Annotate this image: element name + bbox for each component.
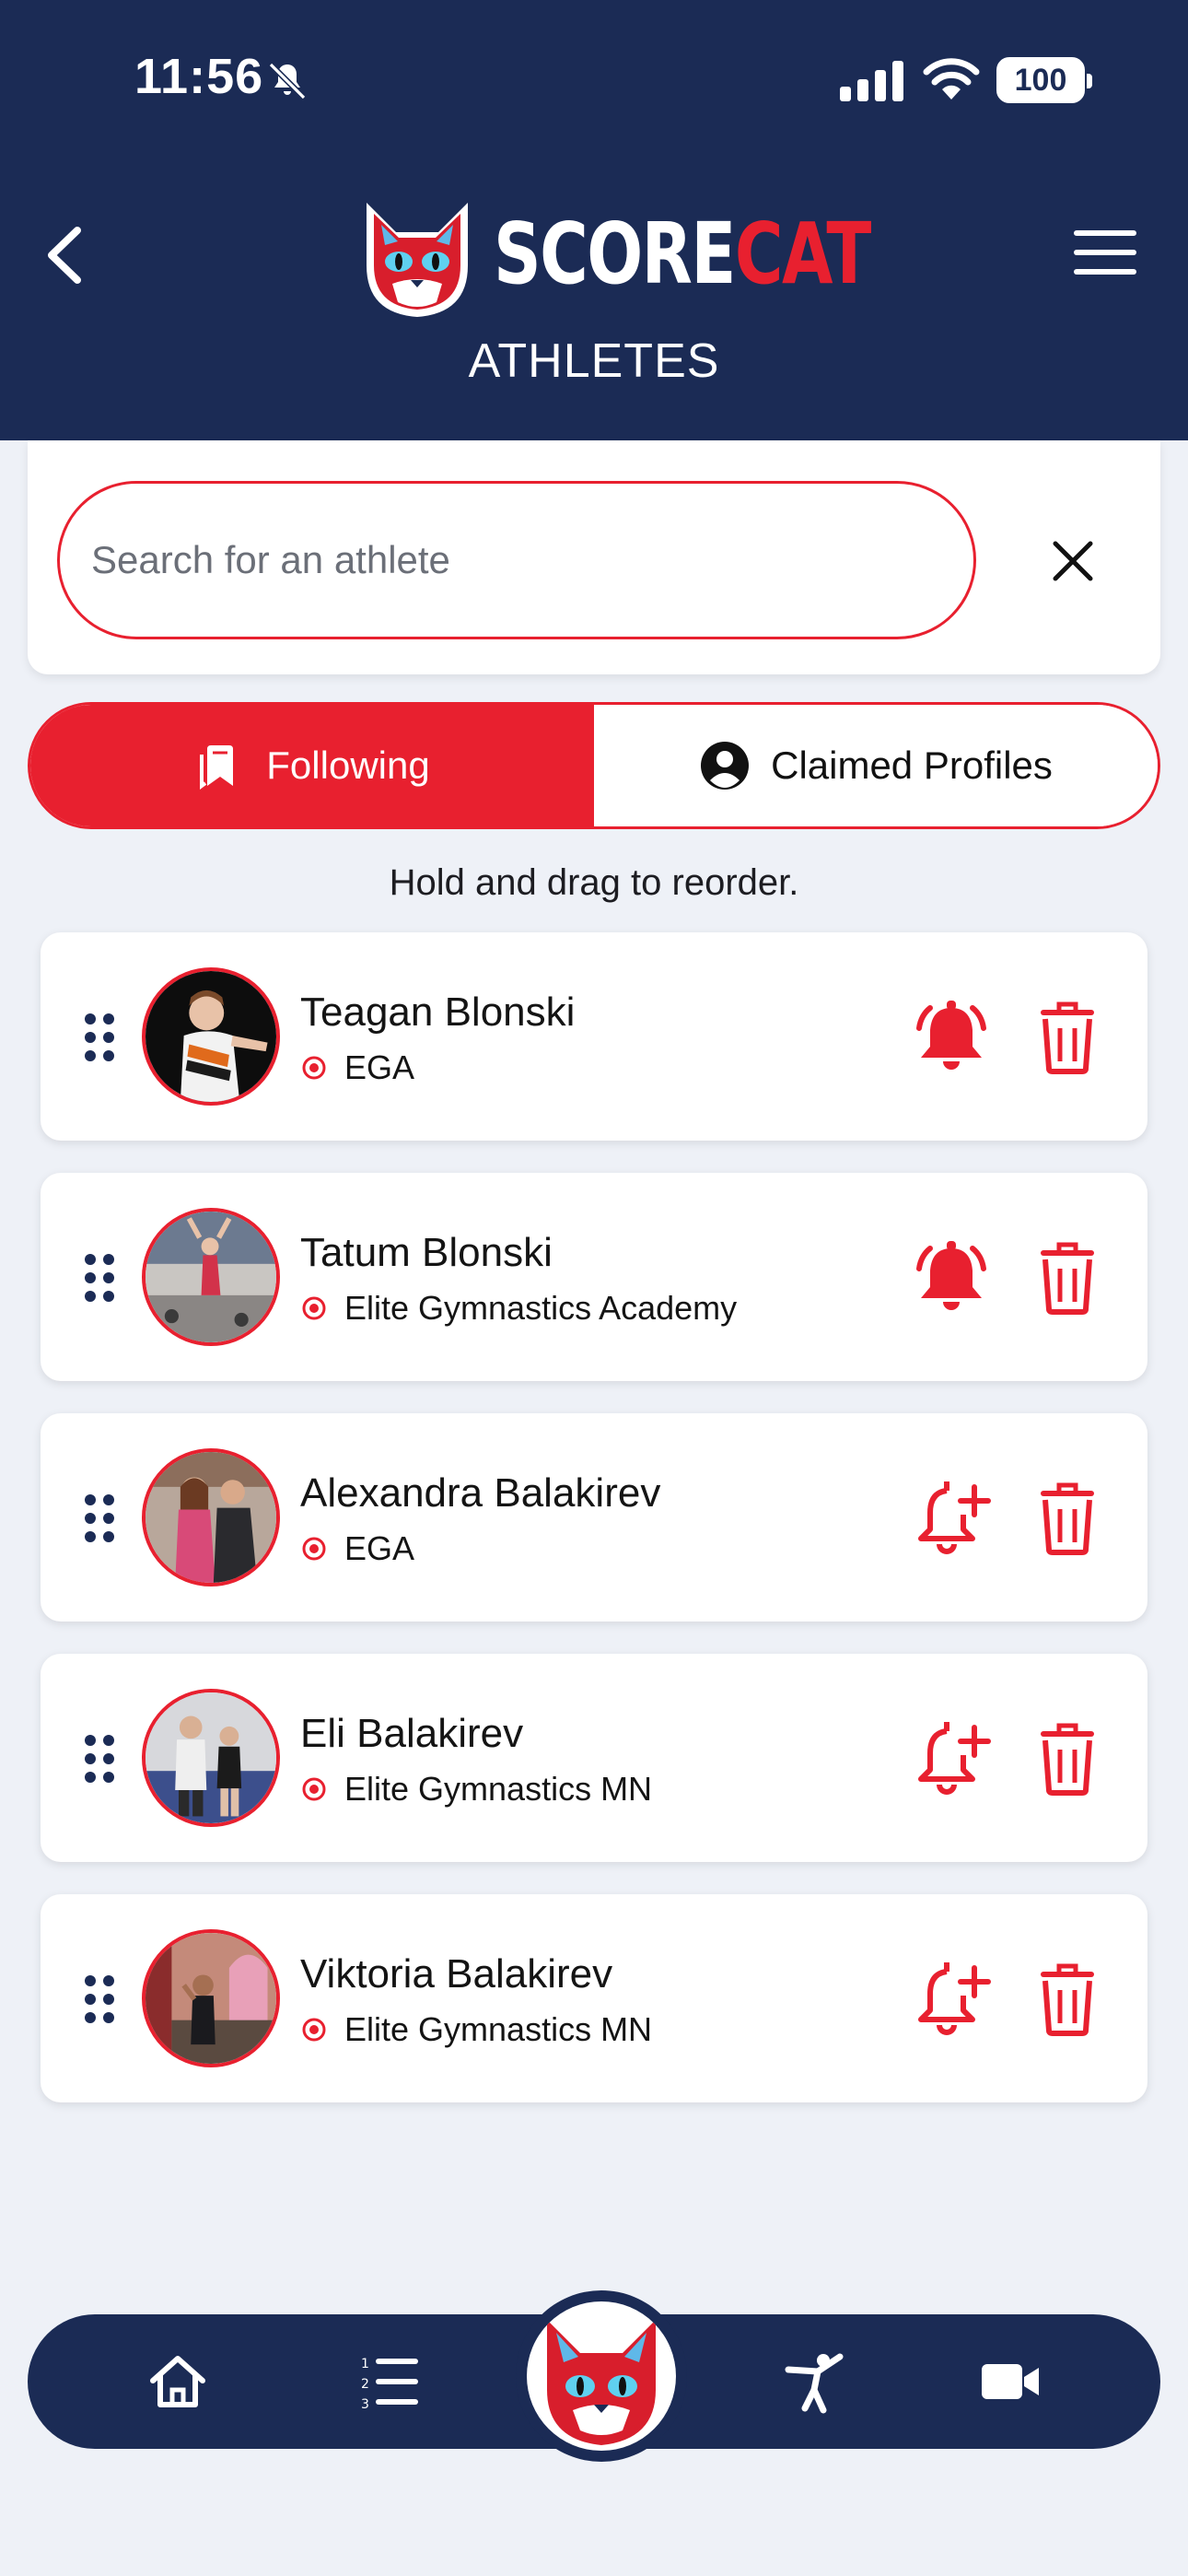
- search-card: [28, 440, 1160, 674]
- svg-text:2: 2: [361, 2377, 369, 2392]
- gymnast-icon[interactable]: [783, 2349, 847, 2414]
- athlete-name: Eli Balakirev: [300, 1711, 524, 1756]
- athlete-name: Viktoria Balakirev: [300, 1951, 613, 1996]
- gym-row: Elite Gymnastics Academy: [300, 1289, 737, 1328]
- drag-handle-icon[interactable]: [83, 1493, 116, 1544]
- bell-plus-icon[interactable]: [910, 1718, 993, 1801]
- target-icon: [302, 2018, 326, 2042]
- delete-trash-icon[interactable]: [1035, 1241, 1100, 1315]
- back-button[interactable]: [37, 223, 92, 287]
- scorecat-logo: SCORECAT: [348, 184, 976, 322]
- scorecat-mascot-logo: [527, 2301, 676, 2451]
- drag-handle-icon[interactable]: [83, 1973, 116, 2025]
- delete-trash-icon[interactable]: [1035, 1001, 1100, 1074]
- delete-trash-icon[interactable]: [1035, 1962, 1100, 2036]
- gym-name: EGA: [344, 1048, 415, 1086]
- athlete-card[interactable]: Viktoria Balakirev Elite Gymnastics MN: [41, 1894, 1147, 2102]
- logo-word-score: SCORE: [494, 204, 736, 303]
- target-icon: [302, 1537, 326, 1561]
- bell-muted-icon: [268, 62, 307, 100]
- tab-following-label: Following: [266, 744, 430, 787]
- delete-trash-icon[interactable]: [1035, 1481, 1100, 1555]
- athlete-name: Tatum Blonski: [300, 1230, 553, 1275]
- bell-plus-icon[interactable]: [910, 1478, 993, 1561]
- home-icon[interactable]: [146, 2349, 210, 2414]
- svg-text:3: 3: [361, 2397, 369, 2412]
- drag-handle-icon[interactable]: [83, 1733, 116, 1785]
- target-icon: [302, 1056, 326, 1080]
- athlete-avatar: [142, 967, 280, 1106]
- athlete-avatar: [142, 1448, 280, 1587]
- gym-row: EGA: [300, 1529, 414, 1568]
- target-icon: [302, 1777, 326, 1801]
- hamburger-menu-button[interactable]: [1070, 225, 1140, 280]
- bell-plus-icon[interactable]: [910, 1959, 993, 2042]
- svg-text:1: 1: [361, 2357, 369, 2371]
- athlete-tabs: Following Claimed Profiles: [28, 702, 1160, 829]
- drag-handle-icon[interactable]: [83, 1012, 116, 1063]
- app-header: 11:56 100 SCORECAT ATHLETES: [0, 0, 1188, 440]
- page-title: ATHLETES: [468, 334, 720, 388]
- gym-row: Elite Gymnastics MN: [300, 1770, 652, 1809]
- reorder-hint: Hold and drag to reorder.: [389, 862, 799, 903]
- athlete-card[interactable]: Eli Balakirev Elite Gymnastics MN: [41, 1654, 1147, 1862]
- video-camera-icon[interactable]: [978, 2349, 1042, 2414]
- battery-icon: 100: [996, 57, 1092, 103]
- tab-claimed-profiles-label: Claimed Profiles: [771, 744, 1053, 787]
- bottom-navigation: 1 2 3: [28, 2290, 1160, 2462]
- athlete-avatar: [142, 1689, 280, 1827]
- athlete-card[interactable]: Alexandra Balakirev EGA: [41, 1413, 1147, 1622]
- gym-row: EGA: [300, 1048, 414, 1087]
- user-circle-icon: [701, 742, 750, 790]
- battery-level: 100: [1014, 62, 1067, 98]
- notifications-on-bell-icon[interactable]: [910, 1237, 993, 1320]
- logo-wordmark: SCORECAT: [494, 204, 871, 303]
- drag-handle-icon[interactable]: [83, 1252, 116, 1304]
- athlete-name: Teagan Blonski: [300, 989, 576, 1035]
- athlete-avatar: [142, 1929, 280, 2067]
- ranked-list-icon[interactable]: 1 2 3: [357, 2349, 422, 2414]
- logo-word-cat: CAT: [734, 204, 871, 303]
- athlete-card[interactable]: Teagan Blonski EGA: [41, 932, 1147, 1141]
- target-icon: [302, 1296, 326, 1320]
- gym-name: Elite Gymnastics MN: [344, 1770, 653, 1808]
- scorecat-home-button[interactable]: [516, 2290, 687, 2462]
- status-bar: 11:56 100: [0, 0, 1188, 166]
- cellular-signal-icon: [840, 61, 903, 101]
- wifi-icon: [923, 58, 980, 100]
- delete-trash-icon[interactable]: [1035, 1722, 1100, 1796]
- athlete-avatar: [142, 1208, 280, 1346]
- tab-claimed-profiles[interactable]: Claimed Profiles: [594, 705, 1158, 826]
- search-input[interactable]: [57, 481, 976, 639]
- bookmark-icon: [200, 745, 234, 790]
- athlete-name: Alexandra Balakirev: [300, 1470, 661, 1516]
- notifications-on-bell-icon[interactable]: [910, 997, 993, 1080]
- athlete-card[interactable]: Tatum Blonski Elite Gymnastics Academy: [41, 1173, 1147, 1381]
- tab-following[interactable]: Following: [30, 705, 594, 826]
- gym-name: Elite Gymnastics MN: [344, 2010, 653, 2048]
- gym-name: EGA: [344, 1529, 415, 1567]
- status-time: 11:56: [134, 49, 264, 104]
- gym-row: Elite Gymnastics MN: [300, 2010, 652, 2049]
- cat-mascot-icon: [367, 203, 468, 317]
- gym-name: Elite Gymnastics Academy: [344, 1289, 738, 1327]
- clear-search-button[interactable]: [1048, 536, 1098, 586]
